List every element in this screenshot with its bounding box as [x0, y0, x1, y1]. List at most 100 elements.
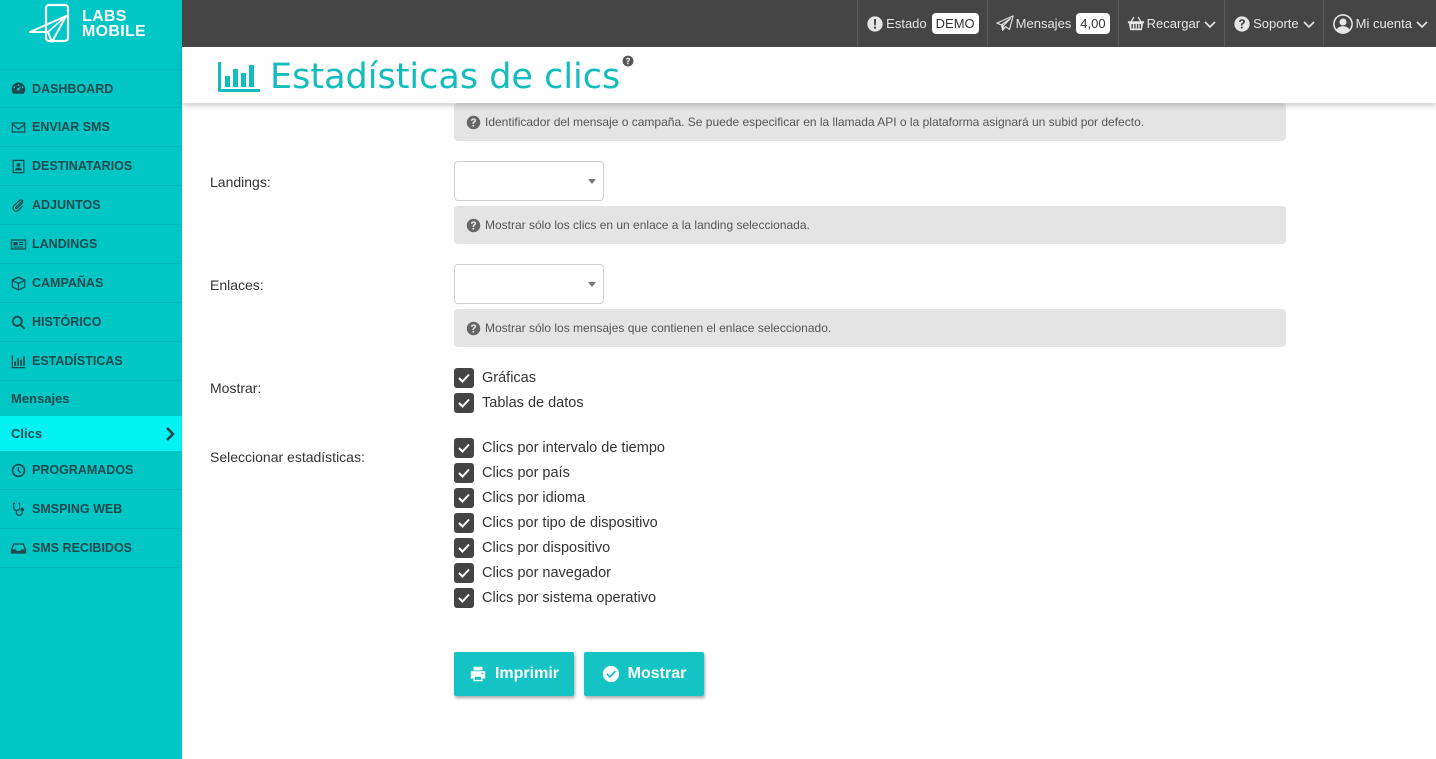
sidebar-item-sms-recibidos[interactable]: SMS RECIBIDOS [0, 529, 182, 568]
estado-label: Estado [886, 16, 927, 31]
brand-line2: MOBILE [82, 22, 147, 40]
sidebar-nav: DASHBOARD ENVIAR SMS DESTINATARIOS ADJUN… [0, 69, 182, 568]
checkbox-label: Clics por tipo de dispositivo [482, 515, 658, 531]
checkbox-checked[interactable] [454, 438, 474, 458]
sidebar-item-label: PROGRAMADOS [32, 463, 134, 477]
checkbox-checked[interactable] [454, 563, 474, 583]
checkbox-checked[interactable] [454, 393, 474, 413]
show-button-label: Mostrar [627, 665, 687, 682]
main-content: Identificador del mensaje o campaña. Se … [182, 103, 1436, 759]
sidebar-item-campanas[interactable]: CAMPAÑAS [0, 264, 182, 303]
checkbox-label: Clics por idioma [482, 490, 586, 506]
enlaces-label: Enlaces: [210, 277, 264, 293]
estado-badge: DEMO [931, 13, 979, 34]
estado-menu[interactable]: Estado DEMO [857, 0, 986, 47]
question-circle-icon [1234, 15, 1250, 32]
cube-icon [7, 274, 29, 292]
show-button[interactable]: Mostrar [584, 652, 704, 696]
checkbox-label: Clics por navegador [482, 565, 611, 581]
landings-label: Landings: [210, 174, 271, 190]
sidebar-item-dashboard[interactable]: DASHBOARD [0, 69, 182, 108]
sidebar-item-smsping-web[interactable]: SMSPING WEB [0, 490, 182, 529]
clock-icon [7, 461, 29, 479]
sidebar-item-estadisticas[interactable]: ESTADÍSTICAS [0, 342, 182, 381]
landings-hint-text: Mostrar sólo los clics en un enlace a la… [485, 218, 810, 232]
check-icon [458, 518, 470, 528]
sidebar-item-adjuntos[interactable]: ADJUNTOS [0, 186, 182, 225]
checkbox-tablas-de-datos[interactable]: Tablas de datos [454, 393, 584, 413]
enlaces-select[interactable] [454, 264, 604, 304]
sidebar-item-label: DESTINATARIOS [32, 159, 133, 173]
check-icon [458, 443, 470, 453]
basket-icon [1127, 16, 1144, 30]
sidebar-item-enviar-sms[interactable]: ENVIAR SMS [0, 108, 182, 147]
search-icon [7, 313, 29, 331]
caret-down-icon [588, 282, 596, 287]
cuenta-menu[interactable]: Mi cuenta [1322, 0, 1436, 47]
stats-label: Seleccionar estadísticas: [210, 449, 365, 465]
checkbox-graficas[interactable]: Gráficas [454, 368, 536, 388]
chevron-down-icon [1416, 20, 1428, 28]
print-button[interactable]: Imprimir [454, 652, 574, 696]
inbox-icon [7, 539, 29, 557]
checkbox-dispositivo[interactable]: Clics por dispositivo [454, 538, 610, 558]
page-title-text: Estadísticas de clics [270, 57, 621, 97]
checkbox-checked[interactable] [454, 588, 474, 608]
caret-down-icon [588, 179, 596, 184]
bar-chart-icon [218, 62, 260, 92]
sidebar-item-label: CAMPAÑAS [32, 276, 104, 290]
sidebar-item-label: ESTADÍSTICAS [32, 354, 123, 368]
check-icon [458, 468, 470, 478]
subid-hint: Identificador del mensaje o campaña. Se … [454, 103, 1286, 141]
checkbox-tipo-dispositivo[interactable]: Clics por tipo de dispositivo [454, 513, 658, 533]
sidebar-subitem-clics[interactable]: Clics [0, 416, 182, 451]
user-circle-icon [1332, 13, 1353, 34]
envelope-icon [7, 118, 29, 136]
question-circle-icon[interactable] [622, 55, 634, 67]
question-circle-icon [466, 218, 481, 232]
paper-plane-icon [995, 14, 1014, 31]
checkbox-pais[interactable]: Clics por país [454, 463, 570, 483]
checkbox-label: Tablas de datos [482, 395, 584, 411]
mensajes-badge: 4,00 [1076, 13, 1110, 34]
soporte-menu[interactable]: Soporte [1224, 0, 1323, 47]
sidebar-subitem-mensajes[interactable]: Mensajes [0, 381, 182, 416]
checkbox-checked[interactable] [454, 368, 474, 388]
sidebar-item-label: ENVIAR SMS [32, 120, 110, 134]
sidebar-item-landings[interactable]: LANDINGS [0, 225, 182, 264]
title-bar: Estadísticas de clics [182, 47, 1436, 103]
subid-hint-text: Identificador del mensaje o campaña. Se … [485, 115, 1145, 129]
sidebar-item-destinatarios[interactable]: DESTINATARIOS [0, 147, 182, 186]
checkbox-checked[interactable] [454, 463, 474, 483]
checkbox-checked[interactable] [454, 488, 474, 508]
sidebar-item-programados[interactable]: PROGRAMADOS [0, 451, 182, 490]
paper-plane-phone-icon [29, 3, 70, 43]
chevron-down-icon [1204, 20, 1216, 28]
checkbox-sistema-operativo[interactable]: Clics por sistema operativo [454, 588, 656, 608]
mensajes-menu[interactable]: Mensajes 4,00 [986, 0, 1118, 47]
printer-icon [470, 666, 486, 682]
landings-select[interactable] [454, 161, 604, 201]
contact-card-icon [7, 157, 29, 175]
checkbox-navegador[interactable]: Clics por navegador [454, 563, 611, 583]
sidebar-item-historico[interactable]: HISTÓRICO [0, 303, 182, 342]
checkbox-intervalo-tiempo[interactable]: Clics por intervalo de tiempo [454, 438, 665, 458]
checkbox-checked[interactable] [454, 513, 474, 533]
newspaper-icon [7, 235, 29, 253]
brand-logo[interactable]: LABS MOBILE [0, 0, 182, 47]
bar-chart-icon [7, 352, 29, 370]
check-circle-icon [602, 665, 619, 683]
question-circle-icon [466, 321, 481, 335]
page-title: Estadísticas de clics [216, 57, 620, 97]
sidebar-item-label: LANDINGS [32, 237, 98, 251]
checkbox-checked[interactable] [454, 538, 474, 558]
recargar-menu[interactable]: Recargar [1117, 0, 1224, 47]
dashboard-icon [7, 80, 29, 98]
checkbox-idioma[interactable]: Clics por idioma [454, 488, 585, 508]
mostrar-label: Mostrar: [210, 380, 262, 396]
check-icon [458, 398, 470, 408]
print-button-label: Imprimir [494, 665, 559, 682]
checkbox-label: Clics por dispositivo [482, 540, 611, 556]
enlaces-hint-text: Mostrar sólo los mensajes que contienen … [485, 321, 832, 335]
top-bar: Estado DEMO Mensajes 4,00 Recargar Sopor… [182, 0, 1436, 47]
